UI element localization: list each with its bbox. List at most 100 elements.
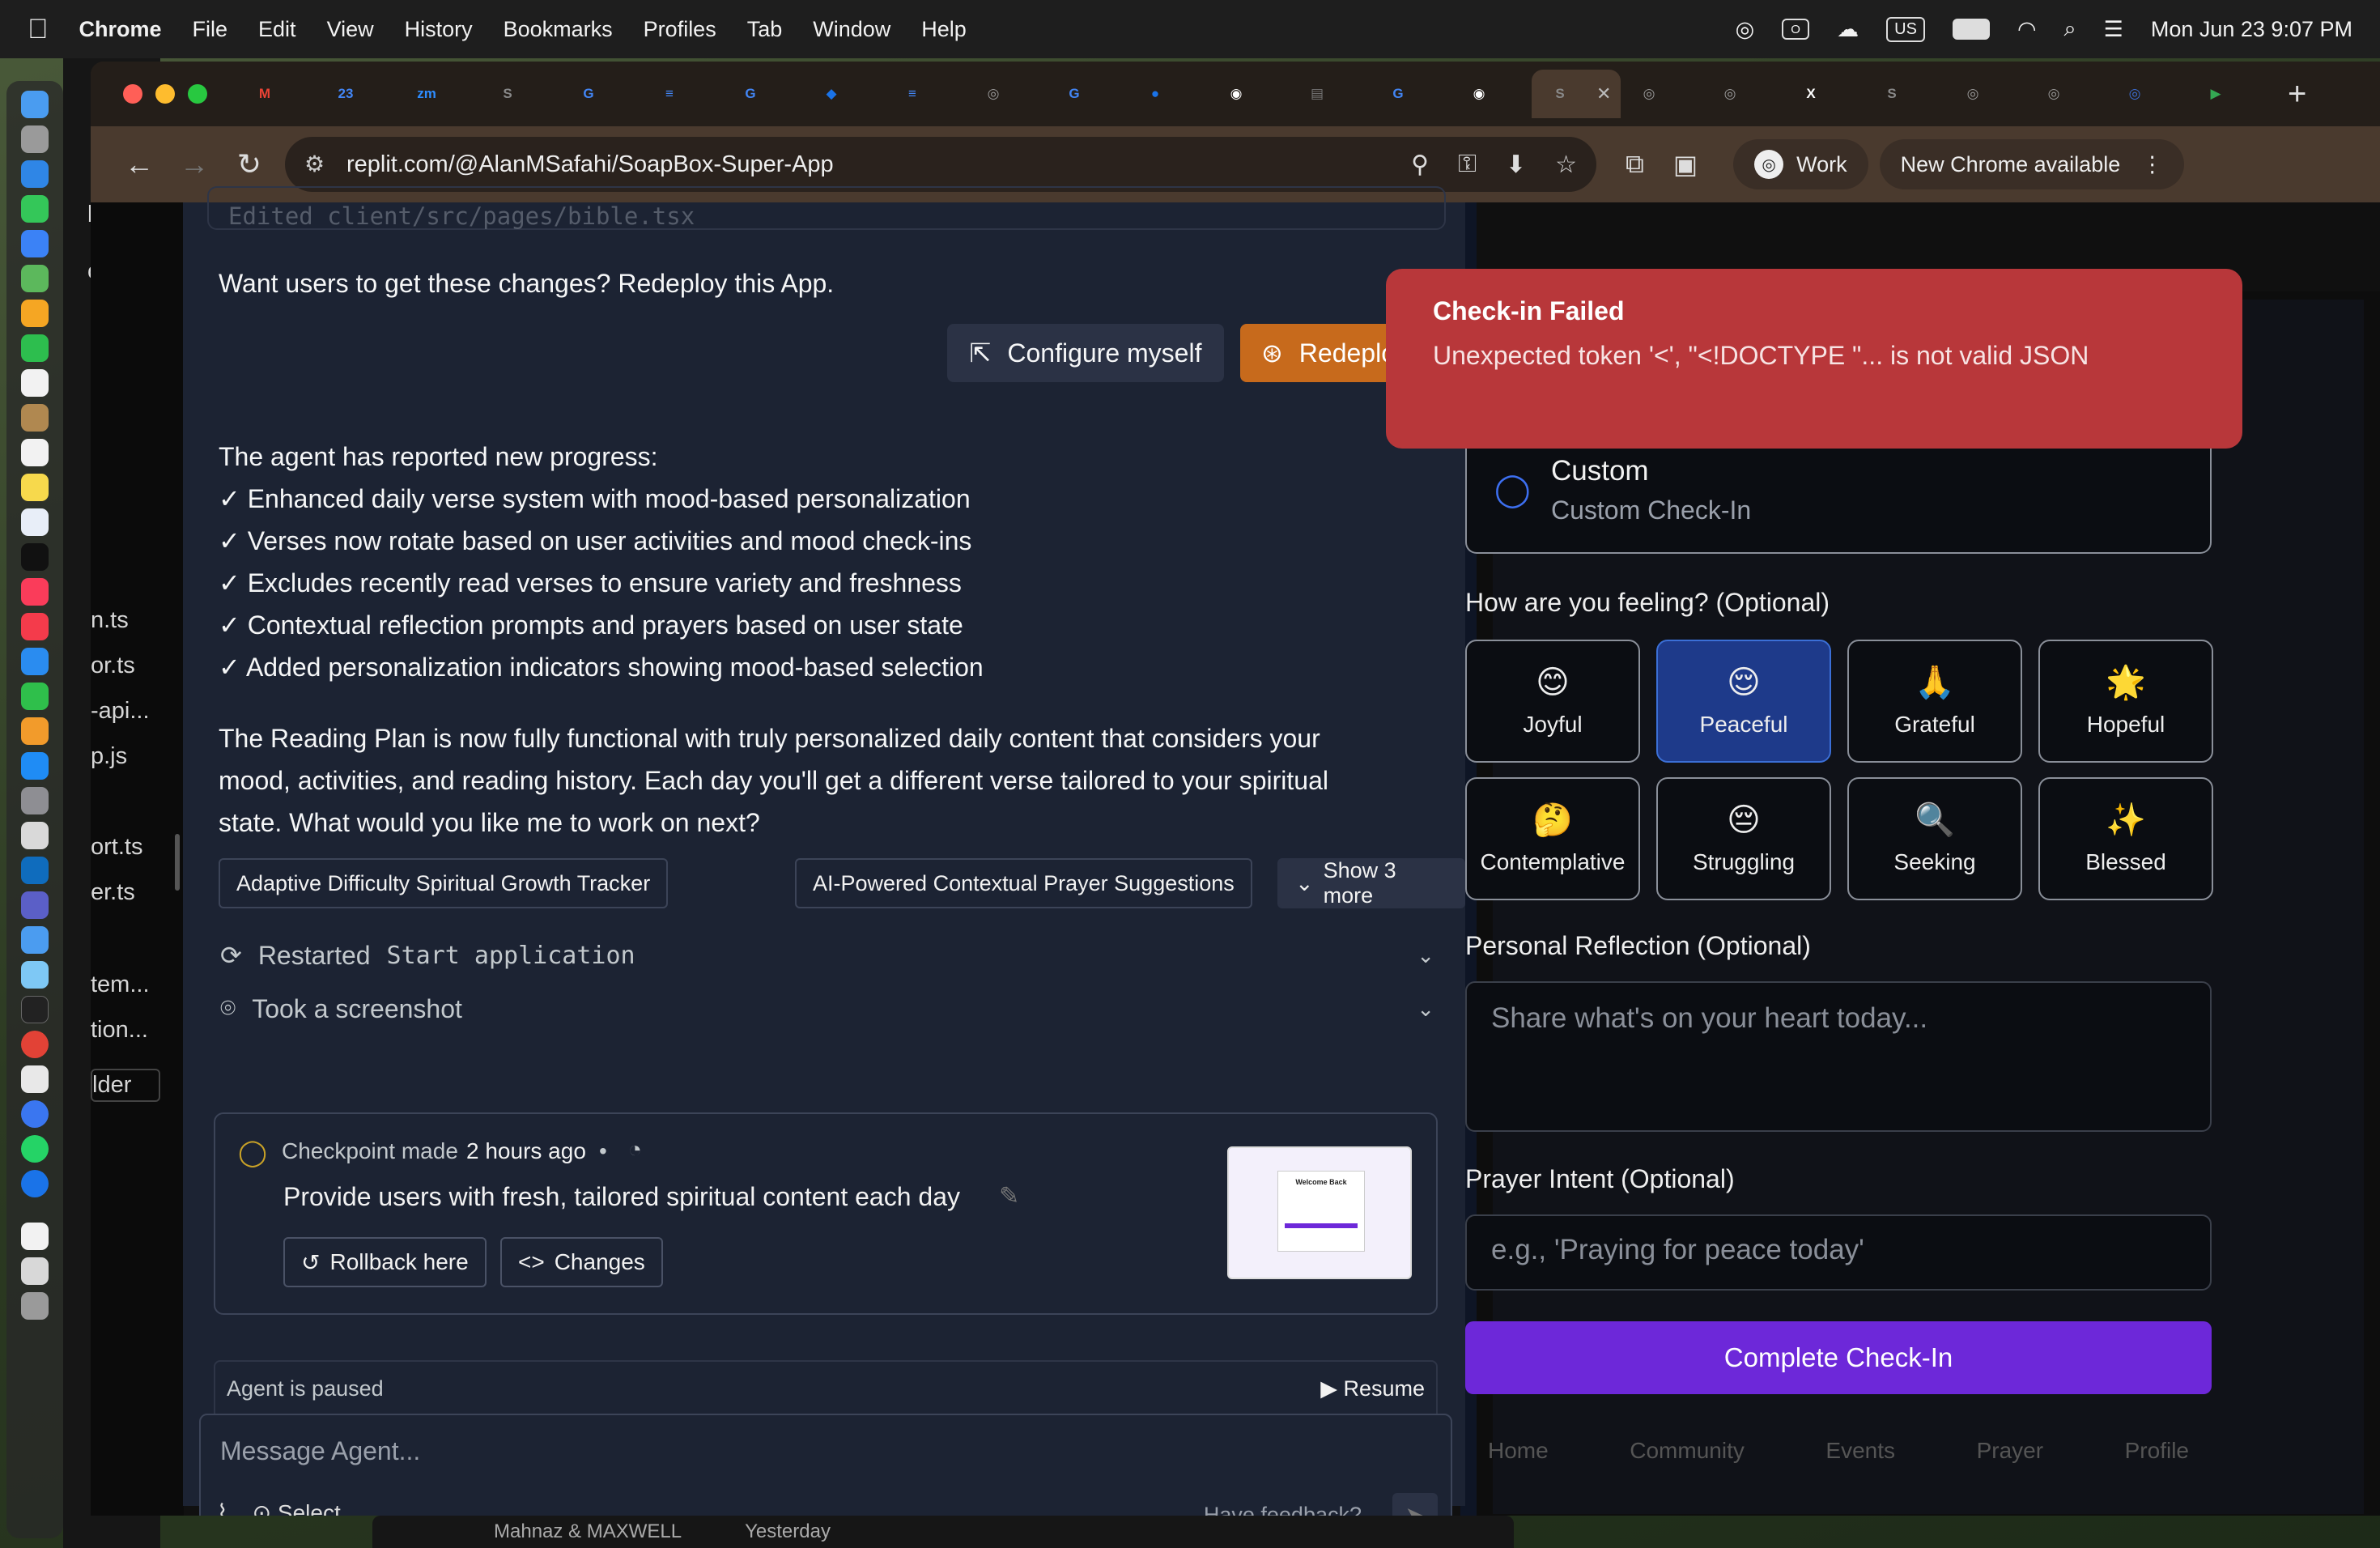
copilot-status-icon[interactable]: ◎ — [1736, 17, 1755, 42]
mood-option-hopeful[interactable]: 🌟 Hopeful — [2038, 640, 2213, 763]
mood-option-peaceful[interactable]: 😌 Peaceful — [1656, 640, 1831, 763]
reflection-textarea[interactable]: Share what's on your heart today... — [1465, 981, 2212, 1132]
freeform-dock-icon[interactable] — [21, 508, 49, 536]
browser-tab[interactable]: ◎ — [1944, 70, 2025, 118]
close-tab-icon[interactable]: ✕ — [1596, 83, 1611, 104]
menu-edit[interactable]: Edit — [258, 17, 296, 42]
downloads-dock-icon[interactable] — [21, 1257, 49, 1285]
browser-tab[interactable]: ▶ — [2187, 70, 2268, 118]
file-entry[interactable]: lder — [91, 1069, 160, 1102]
whatsapp-dock-icon[interactable] — [21, 1135, 49, 1163]
teams-dock-icon[interactable] — [21, 891, 49, 919]
address-bar[interactable]: ⚙ replit.com/@AlanMSafahi/SoapBox-Super-… — [285, 137, 1596, 192]
password-key-icon[interactable]: ⚿ — [1458, 151, 1477, 179]
install-app-icon[interactable]: ⬇ — [1506, 151, 1526, 179]
send-icon[interactable]: ➤ — [1392, 1493, 1438, 1516]
chrome-dock-icon[interactable] — [21, 1031, 49, 1058]
message-composer[interactable]: Message Agent... ⌇ ⊙ Select Have feedbac… — [199, 1414, 1452, 1516]
browser-tab[interactable]: G — [722, 70, 803, 118]
outlook-dock-icon[interactable] — [21, 857, 49, 884]
prayer-intent-input[interactable]: e.g., 'Praying for peace today' — [1465, 1214, 2212, 1291]
select-element-button[interactable]: ⊙ Select — [253, 1499, 341, 1516]
panel-resize-handle[interactable] — [175, 834, 180, 891]
menu-tab[interactable]: Tab — [747, 17, 783, 42]
forward-icon[interactable]: → — [167, 147, 222, 181]
rollback-button[interactable]: ↺ Rollback here — [283, 1237, 487, 1287]
nav-profile[interactable]: Profile — [2125, 1438, 2189, 1464]
browser-tab[interactable]: ≡ — [884, 70, 965, 118]
menu-bookmarks[interactable]: Bookmarks — [504, 17, 613, 42]
keynote-dock-icon[interactable] — [21, 648, 49, 675]
contacts-dock-icon[interactable] — [21, 404, 49, 432]
maps-dock-icon[interactable] — [21, 265, 49, 292]
mood-option-blessed[interactable]: ✨ Blessed — [2038, 777, 2213, 900]
gauge-icon[interactable]: ◔ — [628, 1137, 642, 1163]
menu-profiles[interactable]: Profiles — [644, 17, 716, 42]
tv-dock-icon[interactable] — [21, 543, 49, 571]
control-center-icon[interactable]: ☰ — [2104, 17, 2123, 42]
menubar-clock[interactable]: Mon Jun 23 9:07 PM — [2151, 17, 2352, 42]
extensions-icon[interactable]: ⧉ — [1626, 149, 1644, 180]
resume-button[interactable]: ▶ Resume — [1320, 1376, 1425, 1401]
1password-dock-icon[interactable] — [21, 1170, 49, 1197]
music-dock-icon[interactable] — [21, 578, 49, 606]
browser-tab[interactable]: ▤ — [1289, 70, 1370, 118]
browser-tab[interactable]: ◎ — [1702, 70, 1783, 118]
new-tab-button[interactable]: + — [2288, 76, 2306, 113]
error-toast[interactable]: Check-in Failed Unexpected token '<', "<… — [1386, 269, 2242, 449]
safari-dock-icon[interactable] — [21, 160, 49, 188]
mood-option-grateful[interactable]: 🙏 Grateful — [1847, 640, 2022, 763]
pages-dock-icon[interactable] — [21, 717, 49, 745]
menu-view[interactable]: View — [327, 17, 374, 42]
menu-help[interactable]: Help — [921, 17, 967, 42]
reading-list-icon[interactable]: ▣ — [1673, 149, 1698, 180]
edit-pencil-icon[interactable]: ✎ — [999, 1182, 1019, 1210]
browser-tab[interactable]: ◎ — [2106, 70, 2187, 118]
mail-dock-icon[interactable] — [21, 230, 49, 257]
outlook-status-icon[interactable]: O — [1782, 19, 1810, 40]
file-entry[interactable]: p.js — [91, 743, 127, 770]
menu-history[interactable]: History — [405, 17, 473, 42]
file-entry[interactable]: or.ts — [91, 653, 135, 679]
browser-tab[interactable]: ◉ — [1208, 70, 1289, 118]
browser-tab[interactable]: ◆ — [803, 70, 884, 118]
nav-community[interactable]: Community — [1630, 1438, 1745, 1464]
spotlight-search-icon[interactable]: ⌕ — [2064, 16, 2076, 42]
browser-tab[interactable]: S — [1864, 70, 1944, 118]
nav-home[interactable]: Home — [1488, 1438, 1549, 1464]
browser-tab[interactable]: ◎ — [1621, 70, 1702, 118]
browser-tab[interactable]: M — [236, 70, 317, 118]
menu-file[interactable]: File — [193, 17, 228, 42]
feedback-link[interactable]: Have feedback? — [1204, 1503, 1362, 1516]
browser-tab[interactable]: X — [1783, 70, 1864, 118]
printer-dock-icon[interactable] — [21, 1065, 49, 1093]
facetime-dock-icon[interactable] — [21, 334, 49, 362]
menu-window[interactable]: Window — [813, 17, 890, 42]
finder-dock-icon[interactable] — [21, 91, 49, 118]
complete-checkin-button[interactable]: Complete Check-In — [1465, 1321, 2212, 1394]
chevron-down-icon[interactable]: ⌄ — [1417, 997, 1434, 1022]
input-source-indicator[interactable]: US — [1886, 16, 1925, 42]
browser-tab[interactable]: ◎ — [2025, 70, 2106, 118]
suggestion-chip[interactable]: Adaptive Difficulty Spiritual Growth Tra… — [219, 858, 669, 908]
location-icon[interactable]: ⚲ — [1411, 151, 1429, 179]
file-entry[interactable]: tem... — [91, 972, 150, 998]
chevron-down-icon[interactable]: ⌄ — [1417, 943, 1434, 968]
browser-tab[interactable]: ≡ — [641, 70, 722, 118]
zoom-window-button[interactable] — [188, 84, 207, 104]
weather-status-icon[interactable]: ☁ — [1837, 17, 1859, 42]
checkpoint-screenshot-thumbnail[interactable]: Welcome Back — [1227, 1146, 1412, 1279]
reload-icon[interactable]: ↻ — [222, 147, 277, 181]
browser-tab[interactable]: G — [1046, 70, 1127, 118]
trash-dock-icon[interactable] — [21, 1292, 49, 1320]
nav-prayer[interactable]: Prayer — [1977, 1438, 2043, 1464]
menu-app-name[interactable]: Chrome — [79, 17, 162, 42]
browser-tab[interactable]: G — [560, 70, 641, 118]
mood-option-contemplative[interactable]: 🤔 Contemplative — [1465, 777, 1640, 900]
edited-file-row[interactable]: Edited client/src/pages/bible.tsx — [207, 186, 1446, 230]
news-dock-icon[interactable] — [21, 613, 49, 640]
wifi-icon[interactable]: ◠ — [2017, 17, 2037, 42]
bookmark-star-icon[interactable]: ☆ — [1555, 151, 1577, 179]
configure-myself-button[interactable]: ⇱ Configure myself — [947, 324, 1224, 382]
browser-tab[interactable]: S — [479, 70, 560, 118]
